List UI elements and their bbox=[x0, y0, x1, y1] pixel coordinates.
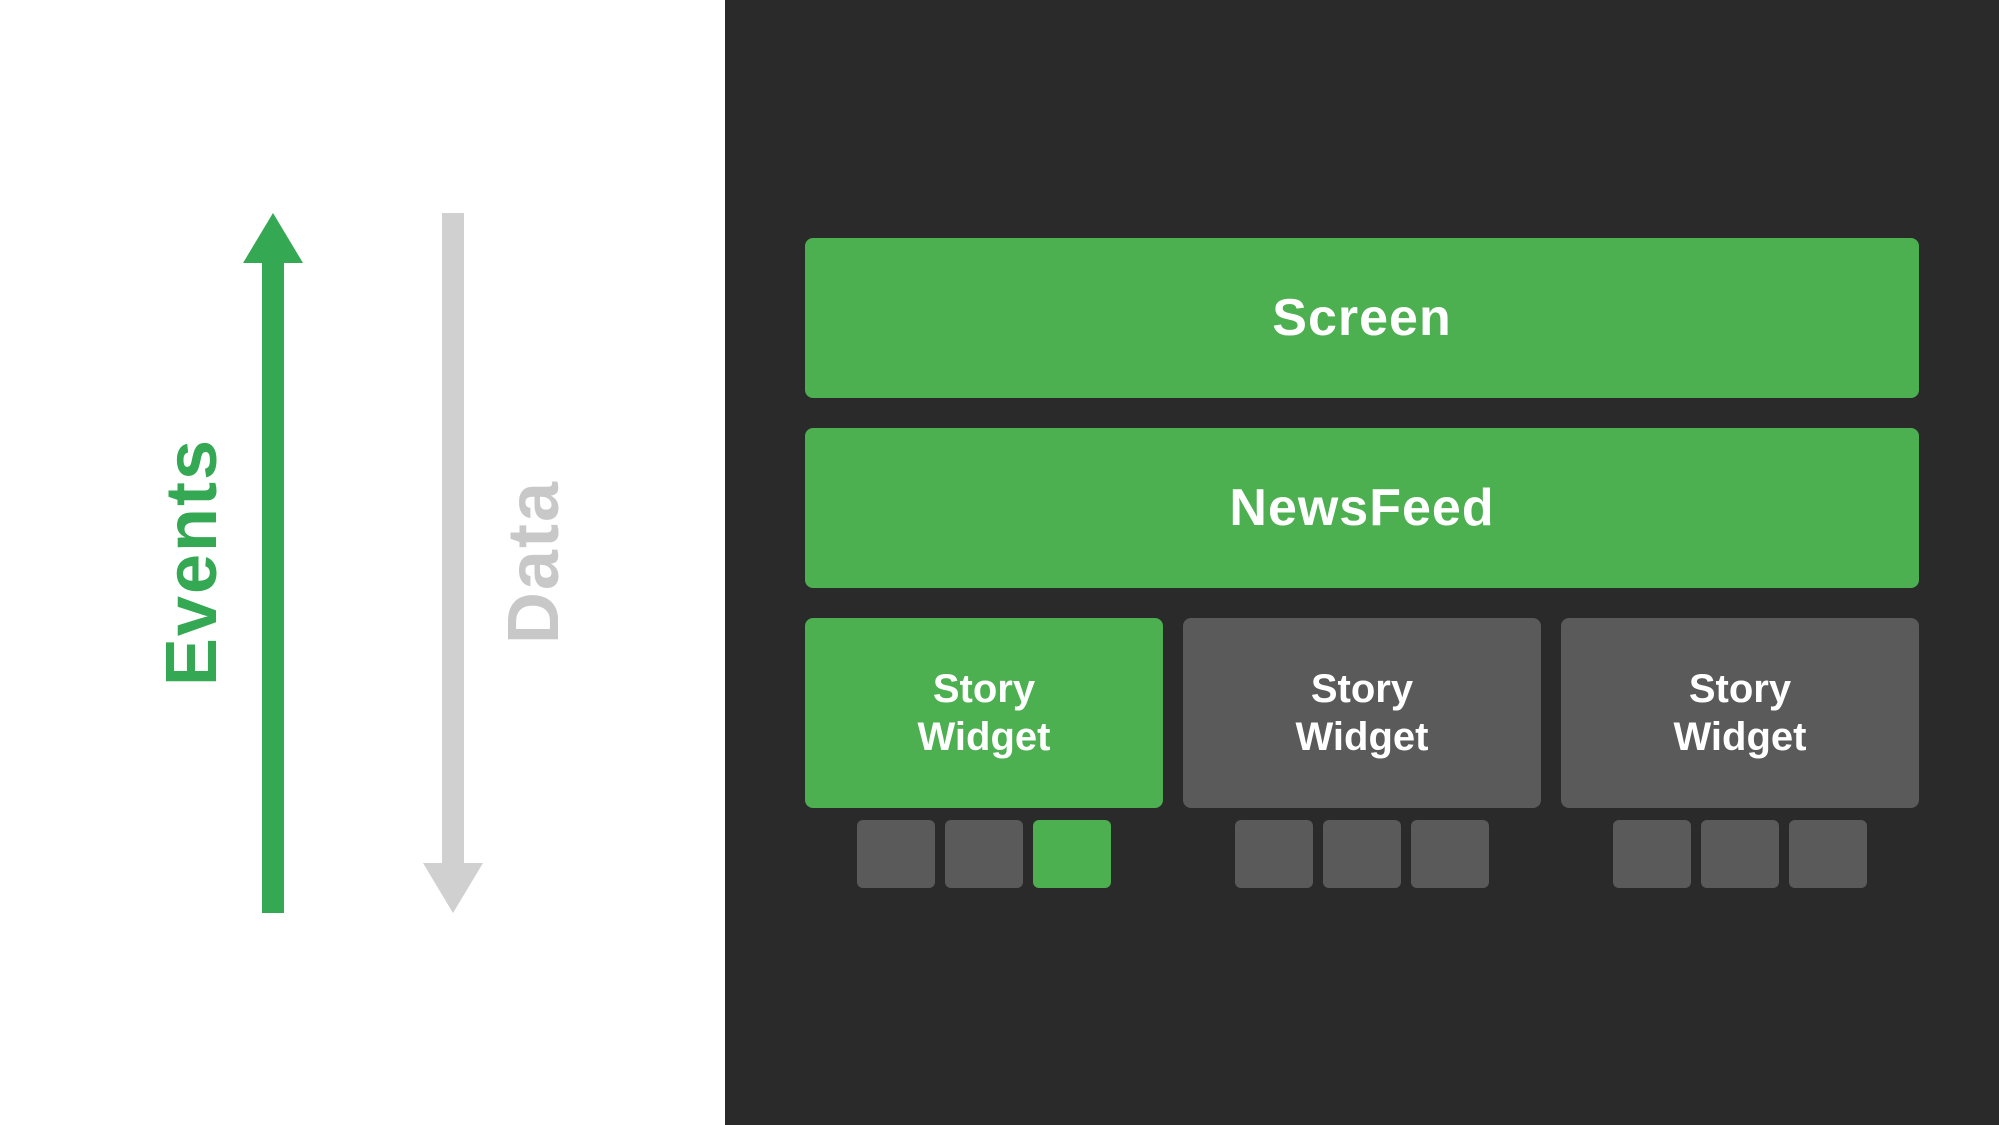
screen-label: Screen bbox=[1272, 288, 1451, 348]
sub-block-2-2 bbox=[1323, 820, 1401, 888]
screen-block: Screen bbox=[805, 238, 1919, 398]
right-panel: Screen NewsFeed StoryWidget StoryWidget bbox=[725, 0, 1999, 1125]
sub-blocks-row-3 bbox=[1561, 820, 1919, 888]
sub-block-3-3 bbox=[1789, 820, 1867, 888]
data-group: Data bbox=[423, 213, 575, 913]
sub-block-3-2 bbox=[1701, 820, 1779, 888]
arrow-up-head bbox=[243, 213, 303, 263]
newsfeed-block: NewsFeed bbox=[805, 428, 1919, 588]
arrows-container: Events Data bbox=[151, 213, 575, 913]
story-widget-group-1: StoryWidget bbox=[805, 618, 1163, 888]
story-widget-label-2: StoryWidget bbox=[1296, 665, 1429, 761]
sub-block-2-1 bbox=[1235, 820, 1313, 888]
story-widget-label-1: StoryWidget bbox=[918, 665, 1051, 761]
arrow-down-head bbox=[423, 863, 483, 913]
story-widget-group-2: StoryWidget bbox=[1183, 618, 1541, 888]
story-widget-block-2: StoryWidget bbox=[1183, 618, 1541, 808]
events-group: Events bbox=[151, 213, 303, 913]
arrow-down-shaft bbox=[442, 213, 464, 863]
story-widgets-row: StoryWidget StoryWidget StoryWidget bbox=[805, 618, 1919, 888]
sub-block-1-1 bbox=[857, 820, 935, 888]
data-label: Data bbox=[493, 480, 575, 644]
left-panel: Events Data bbox=[0, 0, 725, 1125]
events-label: Events bbox=[151, 438, 233, 686]
data-arrow-down bbox=[423, 213, 483, 913]
story-widget-label-3: StoryWidget bbox=[1674, 665, 1807, 761]
events-arrow-up bbox=[243, 213, 303, 913]
story-widget-group-3: StoryWidget bbox=[1561, 618, 1919, 888]
sub-block-1-2 bbox=[945, 820, 1023, 888]
sub-blocks-row-2 bbox=[1183, 820, 1541, 888]
sub-block-2-3 bbox=[1411, 820, 1489, 888]
arrow-up-shaft bbox=[262, 263, 284, 913]
story-widget-block-1: StoryWidget bbox=[805, 618, 1163, 808]
story-widget-block-3: StoryWidget bbox=[1561, 618, 1919, 808]
sub-block-1-3 bbox=[1033, 820, 1111, 888]
sub-blocks-row-1 bbox=[805, 820, 1163, 888]
sub-block-3-1 bbox=[1613, 820, 1691, 888]
newsfeed-label: NewsFeed bbox=[1229, 478, 1494, 538]
